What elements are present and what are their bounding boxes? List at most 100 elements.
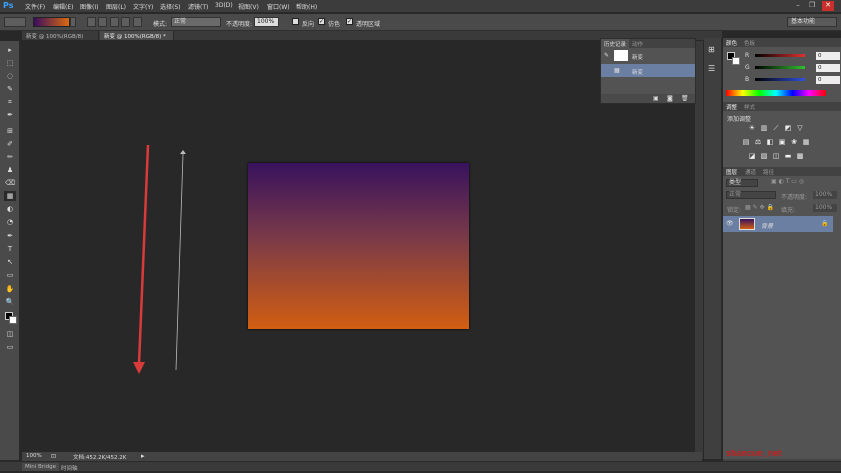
gradient-map-adj-icon[interactable]: ▬ [784, 152, 792, 160]
document-canvas[interactable] [248, 163, 469, 329]
zoom-level[interactable]: 100% [26, 453, 42, 459]
angle-gradient-button[interactable] [110, 17, 119, 27]
tab-color[interactable]: 颜色 [726, 39, 737, 47]
exposure-adj-icon[interactable]: ◩ [784, 124, 792, 132]
photo-filter-adj-icon[interactable]: ▣ [778, 138, 786, 146]
channel-g-slider[interactable] [755, 66, 805, 69]
hand-tool-icon[interactable]: ✋ [4, 284, 16, 294]
type-tool-icon[interactable]: T [4, 244, 16, 254]
quick-mask-icon[interactable]: ◫ [4, 329, 16, 339]
workspace-select[interactable]: 基本功能 [787, 17, 837, 27]
transparency-checkbox[interactable]: ✓ [346, 18, 353, 25]
menu-edit[interactable]: 编辑(E) [53, 2, 73, 11]
tab-styles[interactable]: 样式 [744, 103, 755, 111]
tab-channels[interactable]: 通道 [745, 168, 756, 176]
channel-r-value[interactable]: 0 [816, 52, 840, 60]
tab-layers[interactable]: 图层 [726, 168, 737, 176]
new-document-from-state-icon[interactable]: ▣ [653, 95, 659, 102]
eraser-tool-icon[interactable]: ⌫ [4, 178, 16, 188]
gradient-tool-icon[interactable]: ▦ [4, 191, 16, 201]
brush-tool-icon[interactable]: ✐ [4, 139, 16, 149]
menu-3d[interactable]: 3D(D) [215, 2, 233, 9]
history-snapshot-row[interactable]: ✎ 新变 [601, 49, 695, 62]
threshold-adj-icon[interactable]: ◫ [772, 152, 780, 160]
properties-dock-icon[interactable]: ☰ [708, 64, 715, 73]
dither-checkbox[interactable]: ✓ [318, 18, 325, 25]
layer-filter-icons[interactable]: ▣ ◐ T ▭ ◎ [771, 178, 804, 185]
channel-g-value[interactable]: 0 [816, 64, 840, 72]
menu-image[interactable]: 图像(I) [80, 2, 98, 11]
menu-type[interactable]: 文字(Y) [133, 2, 153, 11]
dodge-tool-icon[interactable]: ◔ [4, 217, 16, 227]
gradient-dropdown[interactable] [70, 17, 76, 27]
menu-window[interactable]: 窗口(W) [267, 2, 290, 11]
tool-preset-picker[interactable] [4, 17, 26, 27]
diamond-gradient-button[interactable] [133, 17, 142, 27]
color-lookup-adj-icon[interactable]: ▦ [802, 138, 810, 146]
layer-row-background[interactable]: 👁 背景 🔒 [723, 216, 833, 232]
pencil-tool-icon[interactable]: ✏ [4, 152, 16, 162]
close-button[interactable]: ✕ [822, 1, 834, 11]
tab-actions[interactable]: 动作 [629, 39, 647, 48]
channel-b-slider[interactable] [755, 78, 805, 81]
menu-help[interactable]: 帮助(H) [296, 2, 317, 11]
eyedropper-tool-icon[interactable]: ✒ [4, 110, 16, 120]
color-spectrum-ramp[interactable] [726, 90, 826, 96]
curves-adj-icon[interactable]: ⟋ [772, 124, 780, 132]
visibility-eye-icon[interactable]: 👁 [726, 220, 734, 227]
tab-timeline[interactable]: 时间轴 [58, 463, 81, 473]
posterize-adj-icon[interactable]: ▨ [760, 152, 768, 160]
move-tool-icon[interactable]: ▸ [4, 45, 16, 55]
path-select-tool-icon[interactable]: ↖ [4, 257, 16, 267]
selective-color-adj-icon[interactable]: ▩ [796, 152, 804, 160]
radial-gradient-button[interactable] [98, 17, 107, 27]
channel-r-slider[interactable] [755, 54, 805, 57]
channel-b-value[interactable]: 0 [816, 76, 840, 84]
background-color-swatch[interactable] [9, 316, 17, 324]
tab-mini-bridge[interactable]: Mini Bridge [22, 463, 59, 471]
gradient-picker[interactable] [33, 17, 70, 27]
menu-layer[interactable]: 图层(L) [106, 2, 126, 11]
pen-tool-icon[interactable]: ✒ [4, 231, 16, 241]
tab-doc-2[interactable]: 新变 @ 100%(RGB/8) * [100, 31, 174, 40]
mode-select[interactable]: 正常 [171, 17, 221, 27]
vibrance-adj-icon[interactable]: ▽ [796, 124, 804, 132]
layer-kind-filter[interactable]: 类型 [726, 179, 758, 187]
channel-mixer-adj-icon[interactable]: ❀ [790, 138, 798, 146]
marquee-tool-icon[interactable]: ⬚ [4, 58, 16, 68]
camera-snapshot-icon[interactable]: ◙ [667, 95, 673, 102]
reflected-gradient-button[interactable] [121, 17, 130, 27]
layer-opacity-input[interactable]: 100% [813, 191, 837, 199]
color-bg-swatch[interactable] [732, 57, 740, 65]
shape-tool-icon[interactable]: ▭ [4, 270, 16, 280]
color-balance-adj-icon[interactable]: ⚖ [754, 138, 762, 146]
invert-adj-icon[interactable]: ◪ [748, 152, 756, 160]
zoom-tool-icon[interactable]: 🔍 [4, 297, 16, 307]
healing-tool-icon[interactable]: ⊞ [4, 126, 16, 136]
maximize-button[interactable]: ❐ [806, 1, 818, 11]
blur-tool-icon[interactable]: ◐ [4, 204, 16, 214]
opacity-input[interactable]: 100% [254, 17, 279, 27]
quick-select-tool-icon[interactable]: ✎ [4, 84, 16, 94]
tab-adjustments[interactable]: 调整 [726, 103, 737, 111]
trash-icon[interactable]: 🗑 [681, 95, 689, 102]
screen-mode-icon[interactable]: ▭ [4, 342, 16, 352]
lock-icons[interactable]: ▦ ✎ ✥ 🔒 [745, 204, 774, 211]
tab-doc-1[interactable]: 新变 @ 100%(RGB/8) [22, 31, 99, 40]
minimize-button[interactable]: – [792, 1, 804, 11]
lasso-tool-icon[interactable]: ◌ [4, 71, 16, 81]
menu-filter[interactable]: 滤镜(T) [188, 2, 208, 11]
blend-mode-select[interactable]: 正常 [726, 191, 776, 199]
vertical-scrollbar[interactable] [695, 41, 703, 459]
bw-adj-icon[interactable]: ◧ [766, 138, 774, 146]
status-menu-arrow-icon[interactable]: ▸ [141, 452, 145, 460]
menu-file[interactable]: 文件(F) [25, 2, 45, 11]
menu-view[interactable]: 视图(V) [238, 2, 259, 11]
hue-sat-adj-icon[interactable]: ▤ [742, 138, 750, 146]
status-icon[interactable]: ⊡ [51, 453, 56, 460]
levels-adj-icon[interactable]: ▥ [760, 124, 768, 132]
stamp-tool-icon[interactable]: ♟ [4, 165, 16, 175]
tab-history[interactable]: 历史记录 [601, 39, 630, 48]
linear-gradient-button[interactable] [87, 17, 96, 27]
reverse-checkbox[interactable] [292, 18, 299, 25]
